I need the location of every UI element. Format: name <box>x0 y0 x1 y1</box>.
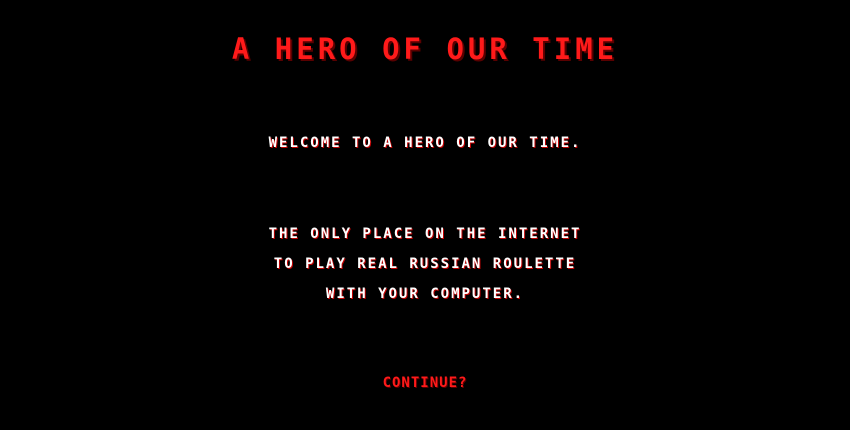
description: THE ONLY PLACE ON THE INTERNET TO PLAY R… <box>0 222 850 312</box>
description-line: WITH YOUR COMPUTER. <box>325 286 525 302</box>
welcome-message: WELCOME TO A HERO OF OUR TIME. <box>268 135 582 151</box>
continue-button[interactable]: CONTINUE? <box>364 372 486 394</box>
game-title: A HERO OF OUR TIME <box>231 32 619 66</box>
description-line: THE ONLY PLACE ON THE INTERNET <box>268 226 582 242</box>
game-screen: A HERO OF OUR TIME WELCOME TO A HERO OF … <box>0 0 850 430</box>
description-line: TO PLAY REAL RUSSIAN ROULETTE <box>273 256 577 272</box>
